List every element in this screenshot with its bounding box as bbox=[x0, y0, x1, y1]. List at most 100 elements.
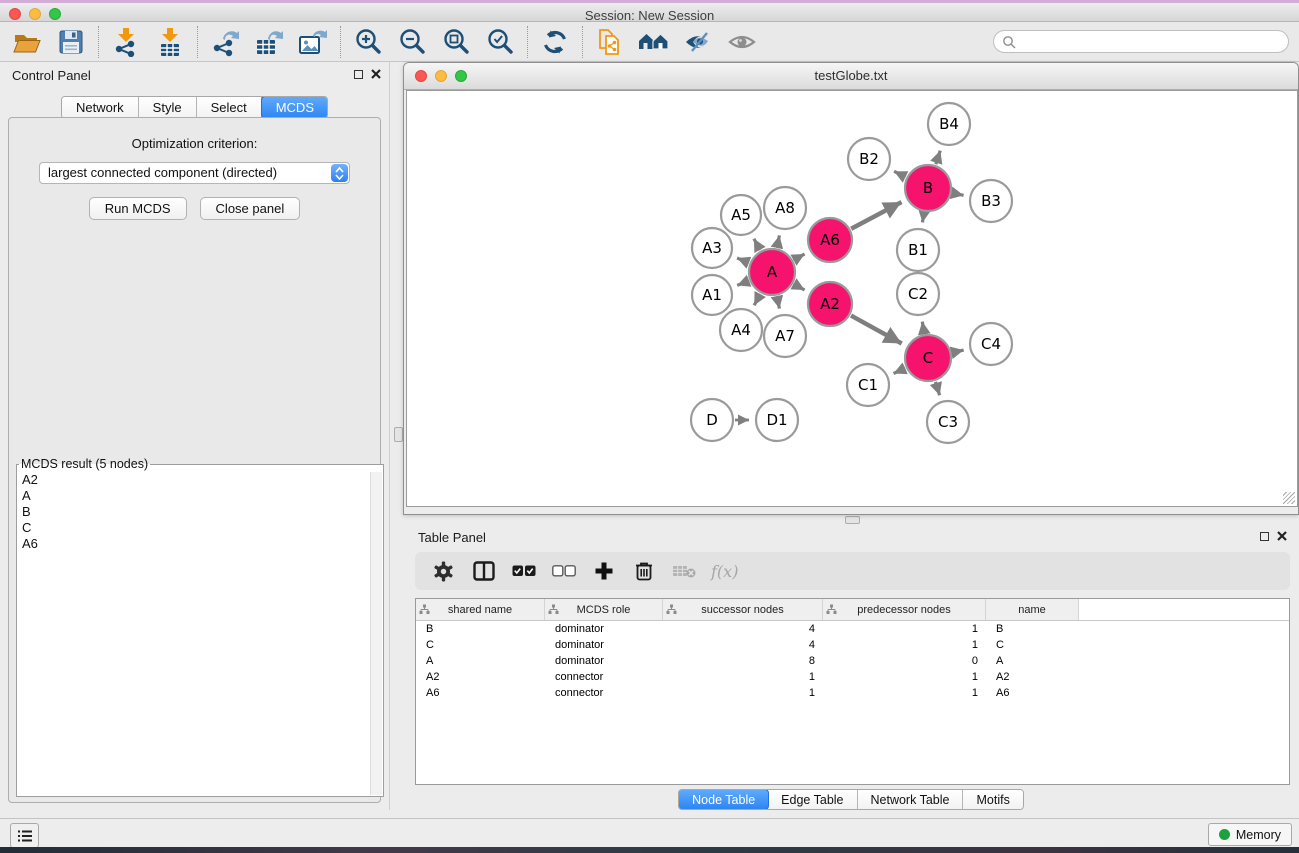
network-canvas[interactable]: B4B2BB3A8A5A6A3B1AC2A1A2A4A7C4CC1DD1C3 bbox=[406, 90, 1298, 507]
cell-successor_nodes[interactable]: 4 bbox=[663, 639, 823, 651]
edge-B-B2[interactable] bbox=[894, 171, 905, 177]
close-panel-icon[interactable] bbox=[371, 69, 381, 79]
column-header-shared-name[interactable]: shared name bbox=[416, 599, 545, 620]
tab-network-table[interactable]: Network Table bbox=[858, 790, 964, 809]
edge-A-A3[interactable] bbox=[737, 258, 749, 263]
cell-predecessor_nodes[interactable]: 1 bbox=[823, 687, 986, 699]
cell-predecessor_nodes[interactable]: 1 bbox=[823, 623, 986, 635]
clear-checkboxes-button[interactable] bbox=[551, 559, 576, 583]
save-session-button[interactable] bbox=[51, 26, 91, 58]
delete-button[interactable] bbox=[631, 559, 656, 583]
edge-C-C2[interactable] bbox=[922, 322, 924, 334]
search-field[interactable] bbox=[993, 30, 1289, 53]
run-mcds-button[interactable]: Run MCDS bbox=[89, 197, 187, 220]
import-table-button[interactable] bbox=[150, 26, 190, 58]
edge-C-C4[interactable] bbox=[952, 350, 963, 353]
close-panel-button[interactable]: Close panel bbox=[200, 197, 301, 220]
cell-name[interactable]: B bbox=[986, 623, 1079, 635]
column-header-successor-nodes[interactable]: successor nodes bbox=[663, 599, 823, 620]
task-history-button[interactable] bbox=[10, 823, 39, 848]
criterion-dropdown[interactable]: largest connected component (directed) bbox=[39, 162, 350, 184]
cell-shared_name[interactable]: B bbox=[416, 623, 545, 635]
split-columns-button[interactable] bbox=[471, 559, 496, 583]
cell-mcds_role[interactable]: connector bbox=[545, 671, 663, 683]
export-network-button[interactable] bbox=[205, 26, 245, 58]
tab-node-table[interactable]: Node Table bbox=[678, 789, 769, 810]
cell-name[interactable]: A2 bbox=[986, 671, 1079, 683]
delete-table-button[interactable] bbox=[671, 559, 696, 583]
cell-shared_name[interactable]: A bbox=[416, 655, 545, 667]
tab-mcds[interactable]: MCDS bbox=[261, 96, 328, 119]
cell-mcds_role[interactable]: connector bbox=[545, 687, 663, 699]
edge-A-A6[interactable] bbox=[794, 254, 805, 260]
cell-shared_name[interactable]: A6 bbox=[416, 687, 545, 699]
column-header-MCDS-role[interactable]: MCDS role bbox=[545, 599, 663, 620]
refresh-button[interactable] bbox=[535, 26, 575, 58]
cell-successor_nodes[interactable]: 1 bbox=[663, 687, 823, 699]
mcds-result-item[interactable]: B bbox=[18, 504, 371, 520]
zoom-fit-button[interactable] bbox=[436, 26, 476, 58]
edge-A-A8[interactable] bbox=[777, 235, 779, 247]
edge-C-C1[interactable] bbox=[894, 368, 906, 373]
export-table-button[interactable] bbox=[249, 26, 289, 58]
search-input[interactable] bbox=[1020, 33, 1280, 50]
tab-style[interactable]: Style bbox=[139, 97, 197, 118]
cell-mcds_role[interactable]: dominator bbox=[545, 623, 663, 635]
network-from-selection-button[interactable] bbox=[590, 26, 630, 58]
open-session-button[interactable] bbox=[7, 26, 47, 58]
float-panel-icon[interactable] bbox=[354, 70, 363, 79]
edge-A6-B[interactable] bbox=[851, 202, 901, 229]
edge-A-A5[interactable] bbox=[754, 239, 760, 250]
function-builder-button[interactable]: f(x) bbox=[711, 559, 738, 583]
node-table[interactable]: shared nameMCDS rolesuccessor nodesprede… bbox=[415, 598, 1290, 785]
cell-name[interactable]: A bbox=[986, 655, 1079, 667]
cell-successor_nodes[interactable]: 1 bbox=[663, 671, 823, 683]
network-window-titlebar[interactable]: testGlobe.txt bbox=[404, 63, 1298, 90]
gear-button[interactable] bbox=[431, 559, 456, 583]
table-row[interactable]: A2connector11A2 bbox=[416, 669, 1289, 685]
tab-motifs[interactable]: Motifs bbox=[963, 790, 1022, 809]
window-resize-grip[interactable] bbox=[1283, 492, 1295, 504]
edge-A-A4[interactable] bbox=[754, 294, 760, 305]
cell-mcds_role[interactable]: dominator bbox=[545, 655, 663, 667]
cell-name[interactable]: C bbox=[986, 639, 1079, 651]
cell-name[interactable]: A6 bbox=[986, 687, 1079, 699]
cell-mcds_role[interactable]: dominator bbox=[545, 639, 663, 651]
mcds-result-scrollbar[interactable] bbox=[370, 472, 382, 795]
mcds-result-item[interactable]: A6 bbox=[18, 536, 371, 552]
column-header-name[interactable]: name bbox=[986, 599, 1079, 620]
edge-B-B4[interactable] bbox=[936, 151, 940, 165]
export-image-button[interactable] bbox=[293, 26, 333, 58]
hide-graphics-details-button[interactable] bbox=[678, 26, 718, 58]
zoom-out-button[interactable] bbox=[392, 26, 432, 58]
edge-A2-C[interactable] bbox=[851, 316, 902, 344]
table-row[interactable]: Adominator80A bbox=[416, 653, 1289, 669]
tab-edge-table[interactable]: Edge Table bbox=[768, 790, 857, 809]
edge-A-A1[interactable] bbox=[737, 281, 748, 285]
zoom-in-button[interactable] bbox=[348, 26, 388, 58]
table-row[interactable]: Cdominator41C bbox=[416, 637, 1289, 653]
cell-predecessor_nodes[interactable]: 1 bbox=[823, 639, 986, 651]
mcds-result-item[interactable]: A bbox=[18, 488, 371, 504]
cell-shared_name[interactable]: C bbox=[416, 639, 545, 651]
table-row[interactable]: Bdominator41B bbox=[416, 621, 1289, 637]
add-column-button[interactable] bbox=[591, 559, 616, 583]
show-graphics-details-button[interactable] bbox=[722, 26, 762, 58]
edge-A-A2[interactable] bbox=[794, 284, 805, 290]
mcds-result-item[interactable]: A2 bbox=[18, 472, 371, 488]
edge-B-B3[interactable] bbox=[952, 193, 963, 195]
column-header-predecessor-nodes[interactable]: predecessor nodes bbox=[823, 599, 986, 620]
cell-predecessor_nodes[interactable]: 0 bbox=[823, 655, 986, 667]
table-row[interactable]: A6connector11A6 bbox=[416, 685, 1289, 701]
tab-network[interactable]: Network bbox=[62, 97, 139, 118]
edge-C-C3[interactable] bbox=[935, 382, 939, 395]
edge-B-B1[interactable] bbox=[922, 213, 924, 223]
cell-successor_nodes[interactable]: 8 bbox=[663, 655, 823, 667]
select-all-checkboxes-button[interactable] bbox=[511, 559, 536, 583]
memory-button[interactable]: Memory bbox=[1208, 823, 1292, 846]
zoom-selected-button[interactable] bbox=[480, 26, 520, 58]
float-table-panel-icon[interactable] bbox=[1260, 532, 1269, 541]
cell-shared_name[interactable]: A2 bbox=[416, 671, 545, 683]
mcds-result-item[interactable]: C bbox=[18, 520, 371, 536]
import-network-button[interactable] bbox=[106, 26, 146, 58]
